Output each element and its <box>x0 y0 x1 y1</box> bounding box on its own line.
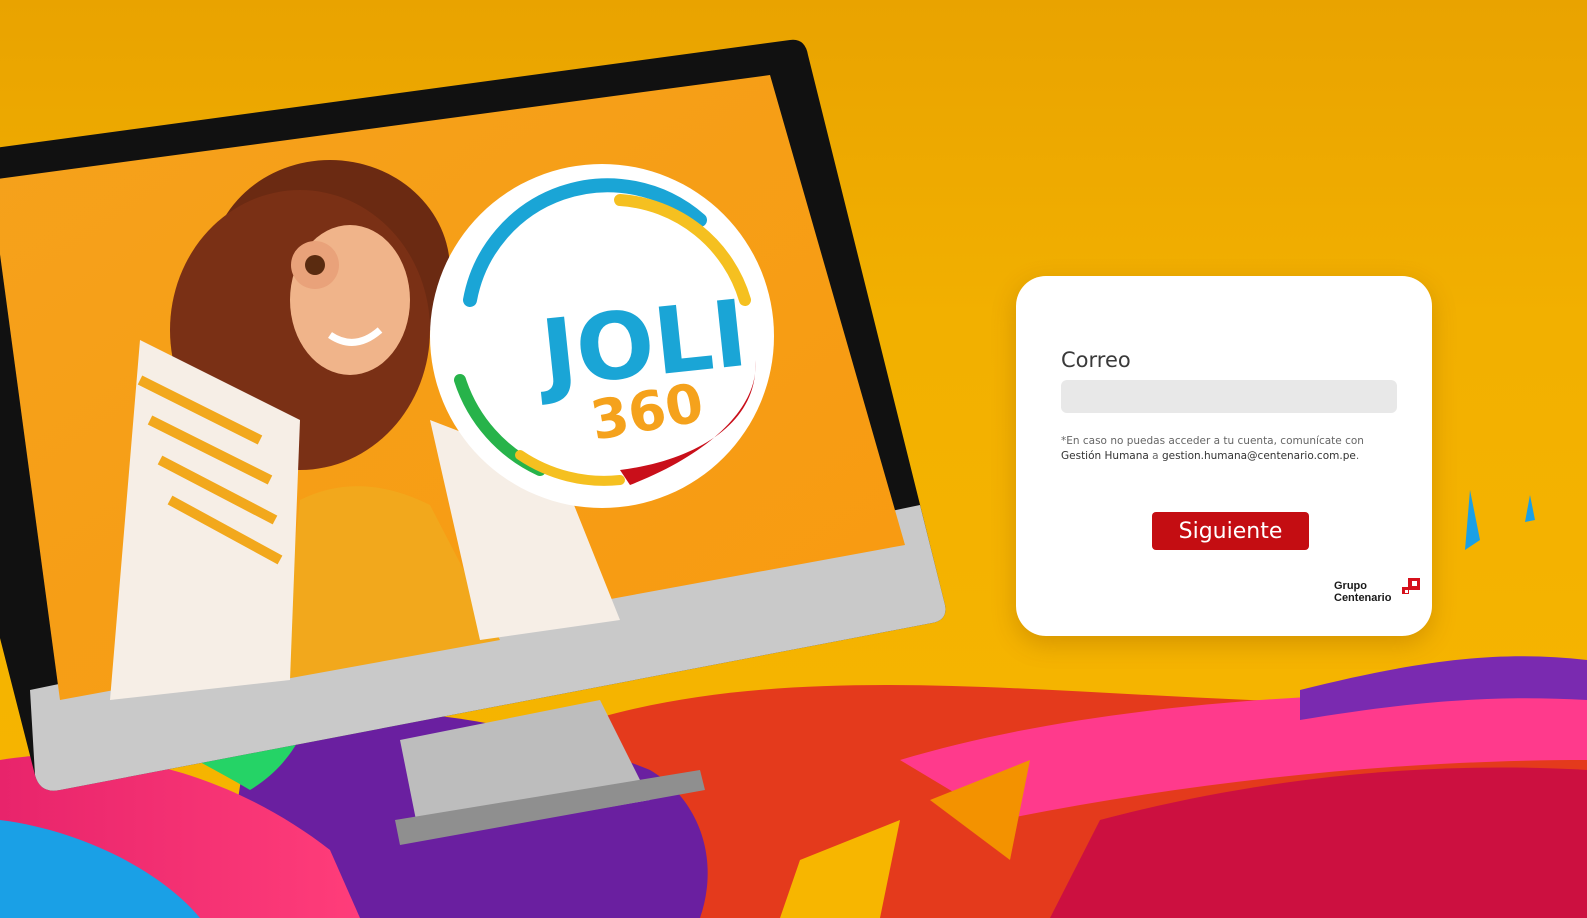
help-text-department: Gestión Humana <box>1061 450 1149 462</box>
help-text-suffix: . <box>1355 450 1360 462</box>
help-text: *En caso no puedas acceder a tu cuenta, … <box>1061 434 1401 464</box>
brand-line-2: Centenario <box>1334 592 1392 604</box>
grupo-centenario-logo-icon <box>1402 578 1420 594</box>
brand-name: Grupo Centenario <box>1334 580 1391 604</box>
email-label: Correo <box>1061 348 1131 372</box>
brand-line-1: Grupo <box>1334 580 1367 592</box>
help-text-middle: a <box>1148 450 1162 462</box>
email-input[interactable] <box>1061 380 1397 413</box>
grupo-centenario-brand: Grupo Centenario <box>1334 578 1424 608</box>
login-card: Correo *En caso no puedas acceder a tu c… <box>1016 276 1432 636</box>
joli-360-logo: JOLI 360 <box>430 164 774 508</box>
help-email-link[interactable]: gestion.humana@centenario.com.pe <box>1162 450 1356 462</box>
login-page: JOLI 360 Correo *En caso no puedas acced… <box>0 0 1587 918</box>
help-text-prefix: *En caso no puedas acceder a tu cuenta, … <box>1061 435 1364 447</box>
next-button[interactable]: Siguiente <box>1152 512 1309 550</box>
